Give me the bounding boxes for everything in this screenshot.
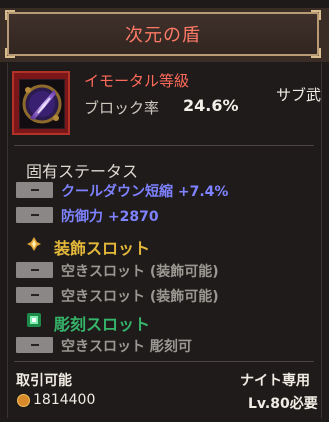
item-category: サブ武 [276, 86, 322, 104]
dimensional-shield-icon [12, 71, 70, 135]
ornament-slot-text: 空きスロット (装飾可能) [61, 289, 219, 305]
rarity-label: イモータル等級 [84, 72, 190, 90]
gold-coin-icon [17, 394, 30, 407]
ornament-slots-heading: 装飾スロット [54, 239, 151, 258]
class-restriction: ナイト専用 [240, 373, 310, 389]
sell-price: 1814400 [33, 392, 96, 408]
item-name: 次元の盾 [125, 25, 201, 46]
engrave-gem-icon [27, 313, 41, 327]
minus-icon [16, 337, 53, 353]
tradable-label: 取引可能 [16, 373, 72, 389]
level-requirement: Lv.80必要 [248, 396, 318, 412]
minus-icon [16, 262, 53, 278]
block-rate-label: ブロック率 [84, 99, 160, 117]
inherent-stat-text: 防御力 +2870 [61, 209, 159, 225]
item-tooltip: 次元の盾 イモータル等級 ブロック率 24.6% サブ武 固有ステータス クール… [0, 0, 329, 422]
inherent-stats-heading: 固有ステータス [26, 162, 139, 181]
minus-icon [16, 182, 53, 198]
block-rate-value: 24.6% [183, 96, 239, 115]
minus-icon [16, 207, 53, 223]
minus-icon [16, 287, 53, 303]
ornament-slot-text: 空きスロット (装飾可能) [61, 264, 219, 280]
engrave-slots-heading: 彫刻スロット [54, 315, 151, 334]
divider [14, 145, 314, 146]
engrave-slot-text: 空きスロット 彫刻可 [61, 339, 192, 355]
title-frame: 次元の盾 [5, 10, 321, 58]
divider [14, 361, 314, 362]
ornament-gem-icon [27, 237, 41, 251]
inherent-stat-text: クールダウン短縮 +7.4% [61, 184, 229, 200]
